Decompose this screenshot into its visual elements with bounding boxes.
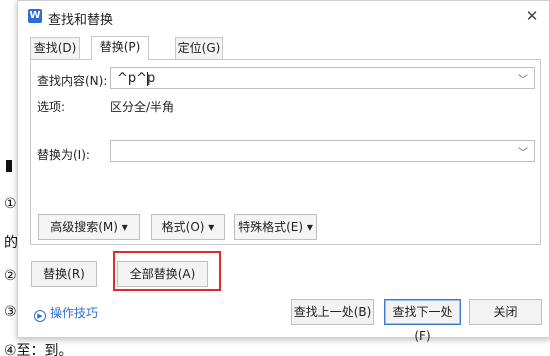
replace-button[interactable]: 替换(R) xyxy=(31,261,97,287)
dialog-title: 查找和替换 xyxy=(48,13,114,28)
find-what-input[interactable]: ^p^p ﹀ xyxy=(110,67,535,89)
replace-panel: 查找内容(N): ^p^p ﹀ 选项: 区分全/半角 替换为(I): ﹀ 高级搜… xyxy=(30,59,541,245)
highlight-box xyxy=(113,251,221,291)
dialog-titlebar[interactable]: W 查找和替换 ✕ xyxy=(18,1,549,33)
document-line-4: ③ xyxy=(4,304,17,320)
document-line-2: 的 xyxy=(4,235,18,251)
text-cursor xyxy=(147,72,148,86)
replace-with-label: 替换为(I): xyxy=(37,148,90,162)
screen: ① 的 ② ③ ④至：到。 W 查找和替换 ✕ 查找(D) 替换(P) 定位(G… xyxy=(0,0,550,356)
tips-link[interactable]: ▶ 操作技巧 xyxy=(34,304,98,322)
document-line-1: ① xyxy=(4,196,17,212)
special-format-button[interactable]: 特殊格式(E) ▾ xyxy=(234,214,317,240)
document-bullet-mark xyxy=(6,160,12,172)
chevron-down-icon[interactable]: ﹀ xyxy=(518,71,528,86)
options-label: 选项: xyxy=(37,100,66,114)
chevron-down-icon[interactable]: ﹀ xyxy=(518,144,528,159)
format-button[interactable]: 格式(O) ▾ xyxy=(151,214,225,240)
replace-with-input[interactable]: ﹀ xyxy=(110,140,535,162)
document-line-5: ④至：到。 xyxy=(4,343,73,356)
tab-goto[interactable]: 定位(G) xyxy=(175,37,223,59)
wps-writer-icon: W xyxy=(28,9,42,23)
close-icon[interactable]: ✕ xyxy=(523,7,541,25)
find-replace-dialog: W 查找和替换 ✕ 查找(D) 替换(P) 定位(G) 查找内容(N): ^p^… xyxy=(17,0,550,343)
find-next-button[interactable]: 查找下一处(F) xyxy=(384,299,461,343)
options-value: 区分全/半角 xyxy=(110,100,175,114)
tips-label: 操作技巧 xyxy=(50,306,99,320)
tab-replace[interactable]: 替换(P) xyxy=(91,36,149,60)
close-button[interactable]: 关闭 xyxy=(469,299,542,325)
tab-find[interactable]: 查找(D) xyxy=(30,37,80,59)
find-what-label: 查找内容(N): xyxy=(37,74,108,88)
play-circle-icon: ▶ xyxy=(34,310,46,322)
find-what-value: ^p^p xyxy=(117,71,156,86)
find-previous-button[interactable]: 查找上一处(B) xyxy=(291,299,374,325)
advanced-search-button[interactable]: 高级搜索(M) ▾ xyxy=(38,214,140,240)
document-line-3: ② xyxy=(4,268,17,284)
